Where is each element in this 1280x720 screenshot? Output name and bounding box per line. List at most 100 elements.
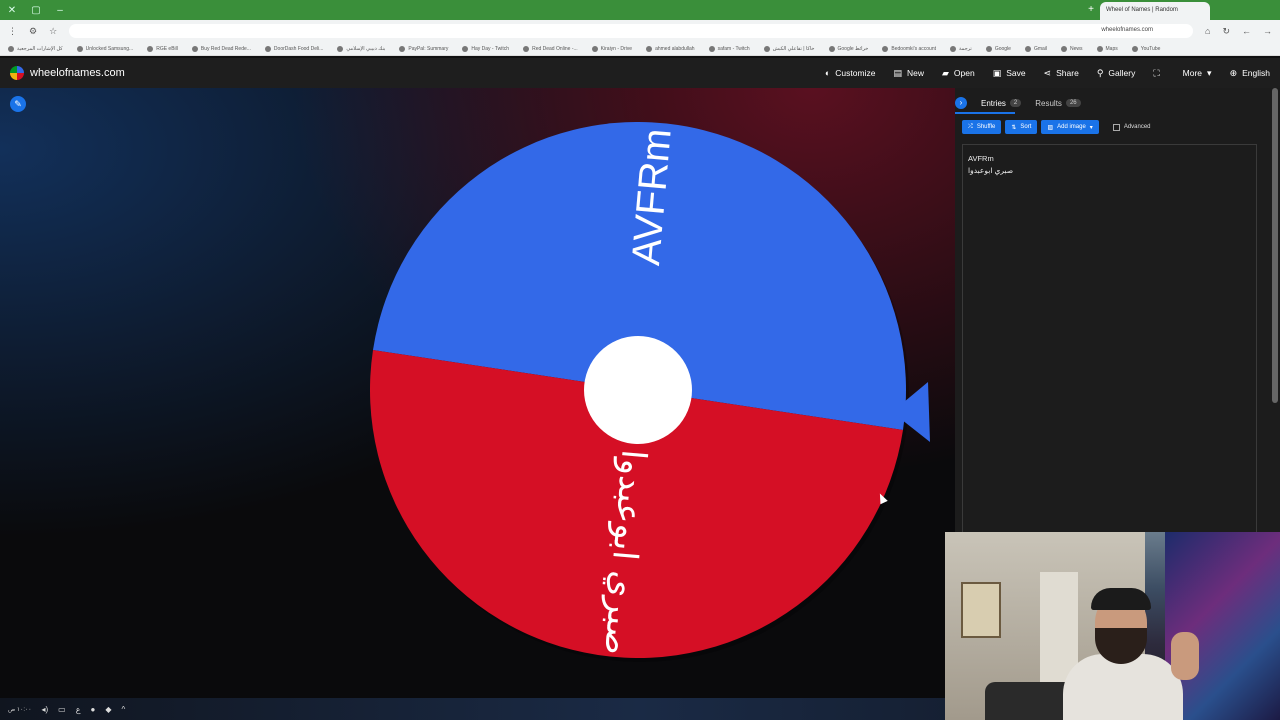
clock: ١٠:٠٠ ص [8, 706, 32, 713]
shuffle-label: Shuffle [976, 124, 996, 130]
volume-icon[interactable]: ◂) [41, 705, 48, 714]
bookmark-item[interactable]: Kiraiyn - Drive [591, 45, 632, 52]
search-icon: ⚲ [1096, 67, 1104, 78]
bookmark-label: Google [994, 45, 1011, 52]
nav-label: Gallery [1108, 68, 1136, 78]
bookmark-label: Red Dead Online -... [532, 45, 578, 52]
bookmark-item[interactable]: RGE eBill [147, 45, 178, 52]
bookmark-item[interactable]: بنك دبيبي الإسلامي [337, 45, 386, 52]
bookmark-item[interactable]: Google [985, 45, 1011, 52]
site-logo[interactable]: wheelofnames.com [10, 66, 125, 80]
page-scrollbar[interactable] [1272, 88, 1278, 403]
nav-gallery-button[interactable]: ⚲ Gallery [1097, 68, 1136, 79]
bookmark-item[interactable]: safam - Twitch [708, 45, 750, 52]
entry-line: صبري ابوعبدوا [968, 166, 1014, 175]
network-icon[interactable]: ▭ [58, 705, 66, 714]
home-icon[interactable]: ⌂ [1205, 26, 1210, 36]
bookmark-favicon-icon [337, 45, 344, 52]
tab-results[interactable]: Results 26 [1035, 98, 1081, 108]
app-header: wheelofnames.com ◐ Customize ▤ New ▰ Open ▣ Sav… [0, 58, 1280, 88]
bookmark-item[interactable]: PayPal: Summary [399, 45, 448, 52]
window-close-icon[interactable]: ✕ [0, 5, 24, 16]
add-image-button[interactable]: ▨ Add image ▾ [1041, 120, 1099, 134]
extensions-icon[interactable]: ⚙ [29, 26, 37, 37]
bookmark-item[interactable]: Buy Red Dead Rede... [191, 45, 251, 52]
bookmark-item[interactable]: Hay Day - Twitch [462, 45, 509, 52]
nav-more-button[interactable]: More ▾ [1183, 68, 1212, 79]
bookmark-item[interactable]: Red Dead Online -... [523, 45, 578, 52]
bookmark-label: Bedoomki's account [891, 45, 936, 52]
bookmark-favicon-icon [828, 45, 835, 52]
nav-open-button[interactable]: ▰ Open [942, 68, 975, 79]
bookmark-favicon-icon [1024, 45, 1031, 52]
nav-new-button[interactable]: ▤ New [893, 68, 924, 79]
advanced-checkbox[interactable] [1112, 123, 1120, 131]
bookmark-item[interactable]: ترجمة [950, 45, 972, 52]
wheel-container[interactable]: AVFRm صبري ابوعبدوا [369, 121, 930, 672]
collapse-panel-icon[interactable]: › [955, 97, 967, 109]
window-minimize-icon[interactable]: – [48, 5, 72, 16]
edit-pencil-icon[interactable]: ✎ [10, 96, 26, 112]
bookmark-favicon-icon [523, 45, 530, 52]
save-icon: ▣ [992, 67, 1002, 78]
bookmark-item[interactable]: Unlocked Samsung... [76, 45, 133, 52]
tab-entries-label: Entries [981, 98, 1006, 108]
nav-fullscreen-button[interactable]: ⛶ [1153, 68, 1164, 79]
bookmark-item[interactable]: كل الإشارات المرجعية [8, 45, 63, 52]
wheel-center[interactable] [584, 336, 692, 444]
nav-english-button[interactable]: ⊕ English [1230, 68, 1270, 79]
bookmark-item[interactable]: خاكا | تقاعلي الكبش [763, 45, 815, 52]
bookmark-label: بنك دبيبي الإسلامي [346, 45, 386, 52]
tab-entries[interactable]: Entries 2 [981, 98, 1022, 108]
app-tray-icon[interactable]: ◆ [105, 705, 111, 714]
bookmark-favicon-icon [708, 45, 715, 52]
reload-icon[interactable]: ↻ [1222, 26, 1230, 37]
bookmark-favicon-icon [1131, 45, 1138, 52]
bookmark-item[interactable]: Bedoomki's account [882, 45, 936, 52]
nav-label: English [1242, 68, 1270, 78]
bookmark-favicon-icon [8, 45, 14, 52]
language-icon[interactable]: ع [76, 705, 81, 714]
wheel[interactable]: AVFRm صبري ابوعبدوا [369, 121, 930, 667]
chevron-up-icon[interactable]: ^ [122, 705, 126, 714]
window-maximize-icon[interactable]: ▢ [24, 5, 48, 16]
bookmark-item[interactable]: YouTube [1131, 45, 1160, 52]
bookmark-favicon-icon [76, 45, 83, 52]
forward-icon[interactable]: → [1263, 26, 1272, 36]
bookmark-favicon-icon [191, 45, 198, 52]
main-nav: ◐ Customize ▤ New ▰ Open ▣ Save ⋖ Share ⚲ Gallery ⛶ M… [825, 58, 1270, 88]
address-bar: ⋮ ⚙ ☆ wheelofnames.com ⌂ ↻ ← → [0, 20, 1280, 42]
bookmark-label: RGE eBill [156, 45, 178, 52]
bookmark-item[interactable]: Maps [1096, 45, 1118, 52]
browser-title-bar: ✕ ▢ – + Wheel of Names | Random [0, 0, 1280, 20]
url-field[interactable]: wheelofnames.com [69, 24, 1194, 38]
nav-label: More [1182, 68, 1203, 78]
bookmark-item[interactable]: Google خرائط [828, 45, 869, 52]
bookmark-item[interactable]: News [1061, 45, 1083, 52]
new-tab-icon[interactable]: + [1088, 4, 1094, 15]
advanced-toggle[interactable]: Advanced [1112, 123, 1151, 131]
bookmark-label: Gmail [1033, 45, 1047, 52]
bookmark-favicon-icon [646, 45, 653, 52]
nav-save-button[interactable]: ▣ Save [993, 68, 1026, 79]
entries-textarea[interactable]: AVFRm صبري ابوعبدوا [962, 144, 1257, 534]
folder-icon: ▰ [941, 67, 949, 78]
nav-label: Share [1056, 68, 1079, 78]
mic-icon[interactable]: ● [91, 705, 96, 714]
sort-button[interactable]: ⇅ Sort [1005, 120, 1038, 134]
bookmark-item[interactable]: ahmed alabdullah [646, 45, 695, 52]
nav-customize-button[interactable]: ◐ Customize [825, 68, 876, 78]
bookmark-label: Google خرائط [837, 45, 869, 52]
back-icon[interactable]: ← [1242, 26, 1251, 36]
nav-label: New [906, 68, 924, 78]
bookmark-item[interactable]: Gmail [1024, 45, 1047, 52]
bookmark-item[interactable]: DoorDash Food Deli... [264, 45, 323, 52]
globe-icon: ⊕ [1229, 67, 1238, 78]
shuffle-button[interactable]: ⤮ Shuffle [962, 120, 1002, 134]
bookmark-label: خاكا | تقاعلي الكبش [772, 45, 815, 52]
menu-icon[interactable]: ⋮ [8, 26, 17, 37]
browser-tab[interactable]: Wheel of Names | Random [1100, 2, 1210, 20]
tab-results-label: Results [1035, 98, 1062, 108]
star-icon[interactable]: ☆ [49, 26, 57, 37]
nav-share-button[interactable]: ⋖ Share [1044, 68, 1079, 79]
